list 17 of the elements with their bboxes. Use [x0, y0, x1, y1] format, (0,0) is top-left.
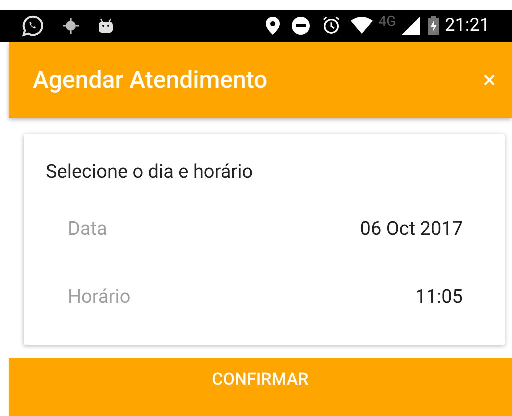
alarm-clock-icon [322, 16, 341, 36]
field-label: Data [68, 216, 108, 242]
do-not-disturb-icon [292, 16, 310, 35]
window-title: Agendar Atendimento [33, 65, 269, 96]
crosshair-icon [62, 16, 80, 35]
location-pin-icon [266, 16, 280, 35]
wifi-icon [350, 17, 373, 34]
card-heading: Selecione o dia e horário [46, 159, 254, 186]
battery-charging-icon [428, 16, 440, 36]
network-type: 4G [378, 13, 396, 32]
robot-icon [98, 18, 114, 34]
field-value[interactable]: 06 Oct 2017 [360, 214, 463, 244]
field-label: Horário [68, 284, 131, 310]
chat-bubble-icon [22, 14, 44, 37]
signal-icon [402, 16, 420, 35]
clock: 21:21 [445, 14, 490, 38]
field-value[interactable]: 11:05 [416, 283, 463, 312]
